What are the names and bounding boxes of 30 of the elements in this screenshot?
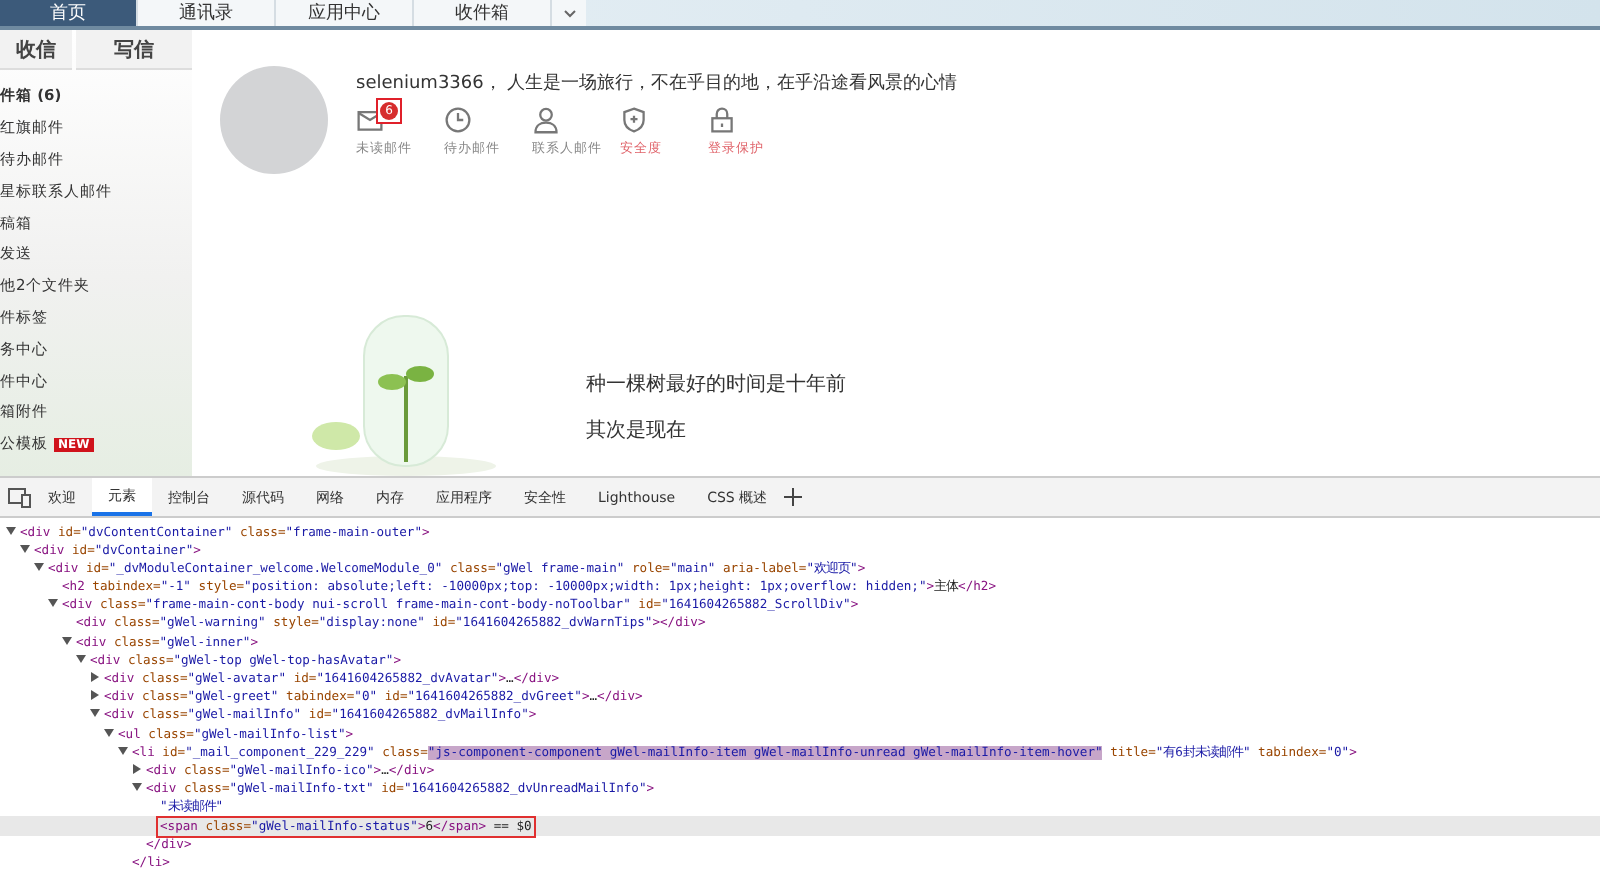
compose-button[interactable]: 写信 <box>76 30 192 71</box>
triangle-right-icon[interactable] <box>132 763 142 774</box>
triangle-down-icon[interactable] <box>48 598 58 609</box>
compose-button[interactable]: 收信 <box>0 30 72 71</box>
quote-text: 其次是现在 <box>586 417 688 445</box>
triangle-right-icon[interactable] <box>90 672 100 683</box>
shield-icon[interactable] <box>620 106 648 135</box>
triangle-down-icon[interactable] <box>104 727 114 738</box>
triangle-down-icon[interactable] <box>76 653 86 664</box>
triangle-down-icon[interactable] <box>90 708 100 719</box>
nav-tab[interactable]: 收件箱 <box>414 0 552 27</box>
quote-text: 种一棵树最好的时间是十年前 <box>586 371 846 399</box>
triangle-right-icon[interactable] <box>90 690 100 701</box>
triangle-down-icon[interactable] <box>62 635 72 646</box>
mail-icon[interactable] <box>356 106 384 135</box>
person-icon[interactable] <box>532 106 560 135</box>
nav-tab[interactable]: 通讯录 <box>138 0 276 27</box>
nav-tab[interactable]: 应用中心 <box>276 0 414 27</box>
triangle-down-icon[interactable] <box>34 561 44 572</box>
greeting-text: selenium3366， 人生是一场旅行，不在乎目的地，在乎沿途看风景的心情 <box>356 71 958 97</box>
add-icon[interactable] <box>783 488 802 507</box>
triangle-down-icon[interactable] <box>20 543 30 554</box>
triangle-down-icon[interactable] <box>118 745 128 756</box>
chevron-down-icon[interactable] <box>552 0 586 27</box>
clock-icon[interactable] <box>444 106 472 135</box>
device-toolbar-icon[interactable] <box>8 487 32 508</box>
triangle-down-icon[interactable] <box>132 782 142 793</box>
lock-icon[interactable] <box>708 106 736 135</box>
triangle-down-icon[interactable] <box>6 525 16 536</box>
nav-tab[interactable]: 首页 <box>0 0 138 27</box>
